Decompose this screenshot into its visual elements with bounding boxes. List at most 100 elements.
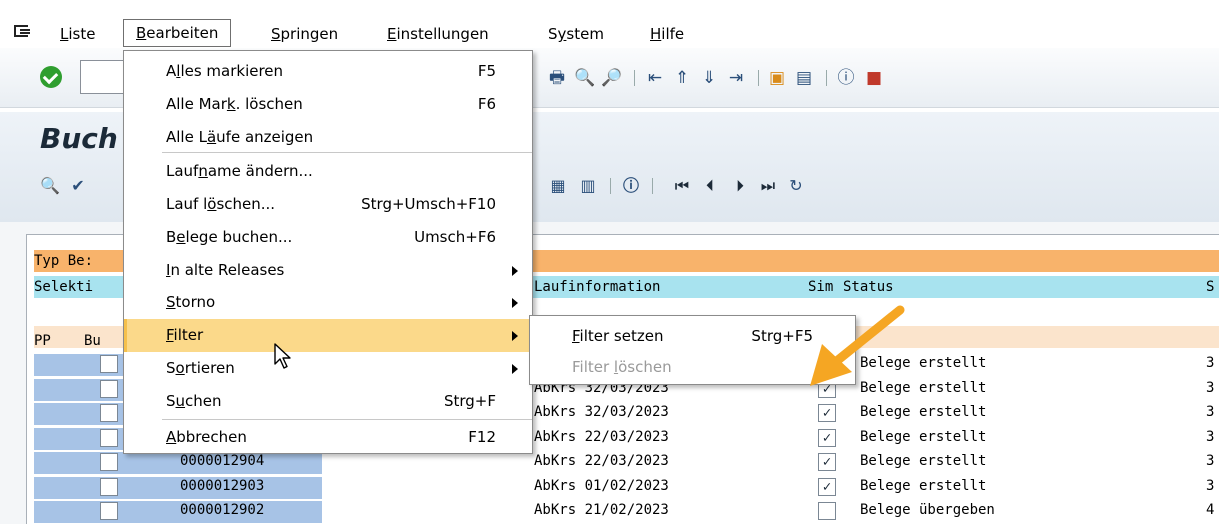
row-laufinformation: AbKrs 32/03/2023: [534, 404, 669, 420]
mnemonic-letter: ö: [207, 195, 217, 213]
menu-item-laufname-ändern[interactable]: Laufname ändern...: [124, 155, 532, 188]
find-icon[interactable]: 🔍: [574, 68, 595, 88]
menu-item-label: Abbrechen: [166, 428, 247, 446]
header-laufinformation: Laufinformation: [534, 279, 661, 295]
menu-item-alle-läufe-anzeigen[interactable]: Alle Läufe anzeigen: [124, 121, 532, 154]
menu-item-label: Alle Läufe anzeigen: [166, 128, 314, 146]
menu-item-alles-markieren[interactable]: Alles markieren F5: [124, 55, 532, 88]
system-menu-icon[interactable]: [14, 25, 30, 37]
row-select-checkbox[interactable]: [100, 502, 118, 520]
menu-item-label: Sortieren: [166, 359, 235, 377]
row-sim-checkbox[interactable]: [818, 502, 836, 520]
row-sim-checkbox[interactable]: ✓: [818, 453, 836, 471]
table-row[interactable]: 0000012902 AbKrs 21/02/2023 Belege übergeb…: [34, 500, 1219, 524]
table-row[interactable]: 0000012904 AbKrs 22/03/2023 ✓ Belege erstel…: [34, 451, 1219, 475]
menu-item-abbrechen[interactable]: Abbrechen F12: [124, 421, 532, 454]
print-icon[interactable]: 🖶: [547, 68, 567, 88]
menu-item-lauf-löschen[interactable]: Lauf löschen... Strg+Umsch+F10: [124, 188, 532, 221]
submenu-arrow-icon: [512, 266, 518, 276]
submenu-arrow-icon: [512, 298, 518, 308]
row-run-number: 0000012902: [180, 502, 265, 518]
menu-item-label: Filter löschen: [572, 358, 672, 376]
first-icon[interactable]: ⏮: [672, 176, 692, 196]
row-last-value: 3: [1206, 379, 1215, 396]
row-select-checkbox[interactable]: [100, 477, 118, 496]
menu-item-in-alte-releases[interactable]: In alte Releases: [124, 254, 532, 287]
previous-icon[interactable]: ⏴: [700, 176, 720, 196]
row-select-checkbox[interactable]: [100, 428, 118, 447]
mnemonic-letter: k: [226, 95, 236, 113]
mnemonic-letter: S: [271, 25, 281, 43]
mnemonic-letter: F: [572, 327, 580, 345]
toolbar-separator: [610, 178, 611, 194]
row-laufinformation: AbKrs 22/03/2023: [534, 453, 669, 469]
row-sim-checkbox[interactable]: ✓: [818, 428, 836, 447]
toolbar-separator: [826, 70, 827, 86]
header-type-label: Typ Be:: [34, 253, 94, 269]
toolbar-separator: [634, 70, 635, 86]
menu-item-shortcut: Strg+F: [443, 392, 496, 410]
new-session-icon[interactable]: ▣: [767, 68, 787, 88]
help-icon[interactable]: ⓘ: [836, 68, 856, 88]
toolbar-separator: [758, 70, 759, 86]
menu-separator: [162, 419, 532, 420]
menu-item-label: Filter setzen: [572, 327, 664, 345]
row-run-number: 0000012904: [180, 453, 265, 469]
menu-item-label: Storno: [166, 293, 216, 311]
last-icon[interactable]: ⏭: [758, 176, 778, 196]
menu-item-label: Lauf löschen...: [166, 195, 276, 213]
menu-item-suchen[interactable]: Suchen Strg+F: [124, 385, 532, 418]
menu-item-filter[interactable]: Filter: [124, 319, 532, 352]
menu-item-shortcut: F6: [477, 95, 496, 113]
menu-item-label: In alte Releases: [166, 261, 285, 279]
row-status: Belege übergeben: [860, 502, 995, 518]
layout-menu-icon[interactable]: ■: [864, 68, 884, 88]
row-select-checkbox[interactable]: [100, 379, 118, 398]
table-settings-icon[interactable]: ▥: [578, 176, 598, 196]
menu-system[interactable]: System: [548, 22, 604, 46]
check-icon[interactable]: ✔: [68, 176, 88, 196]
row-select-checkbox[interactable]: [100, 453, 118, 471]
table-row[interactable]: 0000012903 AbKrs 01/02/2023 ✓ Belege erstel…: [34, 476, 1219, 500]
find-next-icon[interactable]: 🔎: [601, 68, 622, 88]
row-sim-checkbox[interactable]: ✓: [818, 404, 836, 422]
mnemonic-letter: o: [175, 359, 185, 377]
bearbeiten-dropdown-menu: Alles markieren F5 Alle Mark. löschen F6 All…: [123, 50, 533, 454]
mnemonic-letter: y: [557, 25, 567, 43]
mouse-cursor-icon: [274, 343, 291, 369]
menu-item-sortieren[interactable]: Sortieren: [124, 352, 532, 385]
submenu-arrow-icon: [512, 331, 518, 341]
display-icon[interactable]: 🔍: [40, 176, 60, 196]
last-page-icon[interactable]: ⇥: [726, 68, 746, 88]
menu-item-belege-buchen[interactable]: Belege buchen... Umsch+F6: [124, 221, 532, 254]
table-icon[interactable]: ▦: [548, 176, 568, 196]
header-sim: Sim: [808, 279, 834, 295]
first-page-icon[interactable]: ⇤: [645, 68, 665, 88]
mnemonic-letter: B: [136, 24, 147, 42]
menu-springen[interactable]: Springen: [271, 22, 338, 46]
menu-hilfe[interactable]: Hilfe: [650, 22, 684, 46]
previous-page-icon[interactable]: ⇑: [672, 68, 692, 88]
shortcut-icon[interactable]: ▤: [794, 68, 814, 88]
refresh-icon[interactable]: ↻: [786, 176, 806, 196]
next-icon[interactable]: ⏵: [730, 176, 750, 196]
row-select-checkbox[interactable]: [100, 355, 118, 373]
header-selection-label: Selekti: [34, 279, 94, 295]
menu-item-storno[interactable]: Storno: [124, 286, 532, 319]
menu-item-label: Alle Mark. löschen: [166, 95, 303, 113]
next-page-icon[interactable]: ⇓: [699, 68, 719, 88]
row-last-value: 3: [1206, 428, 1215, 445]
menu-item-alle-mark-löschen[interactable]: Alle Mark. löschen F6: [124, 88, 532, 121]
menu-liste[interactable]: Liste: [60, 22, 95, 46]
menu-einstellungen[interactable]: Einstellungen: [387, 22, 489, 46]
row-last-value: 3: [1206, 453, 1215, 469]
row-sim-checkbox[interactable]: ✓: [818, 477, 836, 496]
enter-checkmark-icon[interactable]: [40, 66, 62, 88]
mnemonic-letter: H: [650, 25, 662, 43]
menu-bearbeiten[interactable]: Bearbeiten: [123, 19, 232, 47]
menu-bar: Liste Bearbeiten Springen Einstellungen …: [0, 0, 1219, 47]
row-select-checkbox[interactable]: [100, 404, 118, 422]
info-icon[interactable]: ⓘ: [621, 176, 641, 196]
mnemonic-letter: n: [198, 162, 208, 180]
row-last-value: 3: [1206, 404, 1215, 420]
